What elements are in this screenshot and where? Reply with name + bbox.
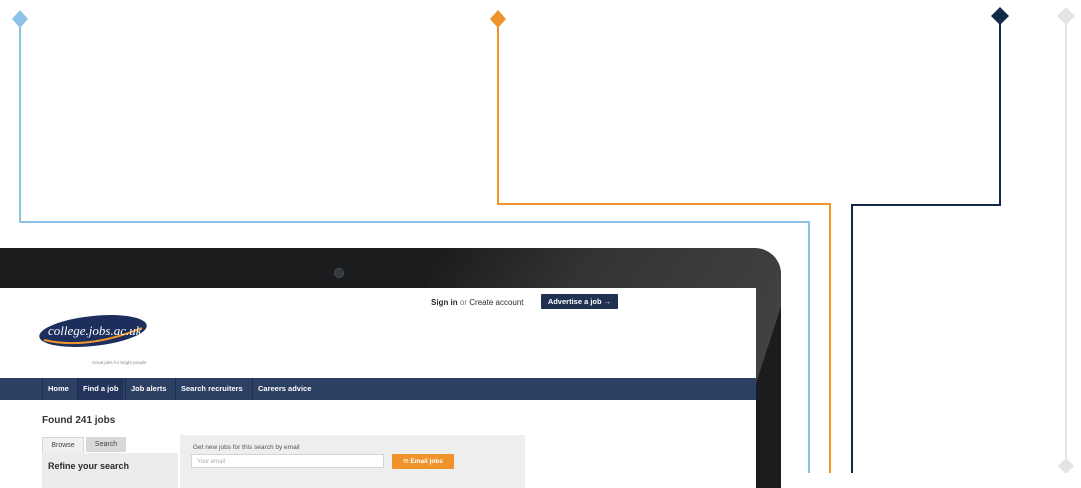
- logo-text: college.jobs.ac.uk: [48, 323, 142, 338]
- account-links: Sign in or Create account: [431, 298, 524, 307]
- main-navigation: Home Find a job Job alerts Search recrui…: [0, 378, 756, 400]
- tab-browse[interactable]: Browse: [42, 437, 84, 453]
- diamond-marker-orange: [490, 10, 506, 28]
- sign-in-link[interactable]: Sign in: [431, 298, 458, 307]
- diamond-marker-blue: [12, 10, 28, 28]
- college-jobs-logo[interactable]: college.jobs.ac.uk: [38, 314, 148, 348]
- email-alert-label: Get new jobs for this search by email: [193, 444, 300, 451]
- refine-title: Refine your search: [48, 461, 130, 471]
- connector-line-navy: [851, 17, 1001, 473]
- tagline: Great jobs for bright people: [92, 360, 147, 365]
- email-jobs-button[interactable]: ✉ Email jobs: [392, 454, 454, 469]
- laptop-frame: Sign in or Create account Advertise a jo…: [0, 248, 781, 488]
- advertise-job-button[interactable]: Advertise a job →: [541, 294, 618, 309]
- webcam-icon: [334, 268, 344, 278]
- diamond-marker-navy: [991, 7, 1009, 25]
- nav-job-alerts[interactable]: Job alerts: [125, 378, 171, 400]
- refine-panel: Refine your search: [42, 453, 178, 488]
- tab-search[interactable]: Search: [86, 437, 126, 452]
- nav-find-a-job[interactable]: Find a job: [77, 378, 124, 400]
- diamond-marker-grey-bottom: [1058, 458, 1074, 473]
- results-count: Found 241 jobs: [42, 415, 116, 426]
- nav-home[interactable]: Home: [42, 378, 74, 400]
- or-text: or: [459, 298, 468, 307]
- email-alert-panel: Get new jobs for this search by email Yo…: [180, 435, 525, 488]
- create-account-link[interactable]: Create account: [469, 298, 523, 307]
- diamond-marker-grey: [1057, 7, 1075, 25]
- laptop-screen: Sign in or Create account Advertise a jo…: [0, 288, 756, 488]
- email-input[interactable]: Your email: [191, 454, 384, 468]
- nav-search-recruiters[interactable]: Search recruiters: [175, 378, 248, 400]
- nav-careers-advice[interactable]: Careers advice: [252, 378, 316, 400]
